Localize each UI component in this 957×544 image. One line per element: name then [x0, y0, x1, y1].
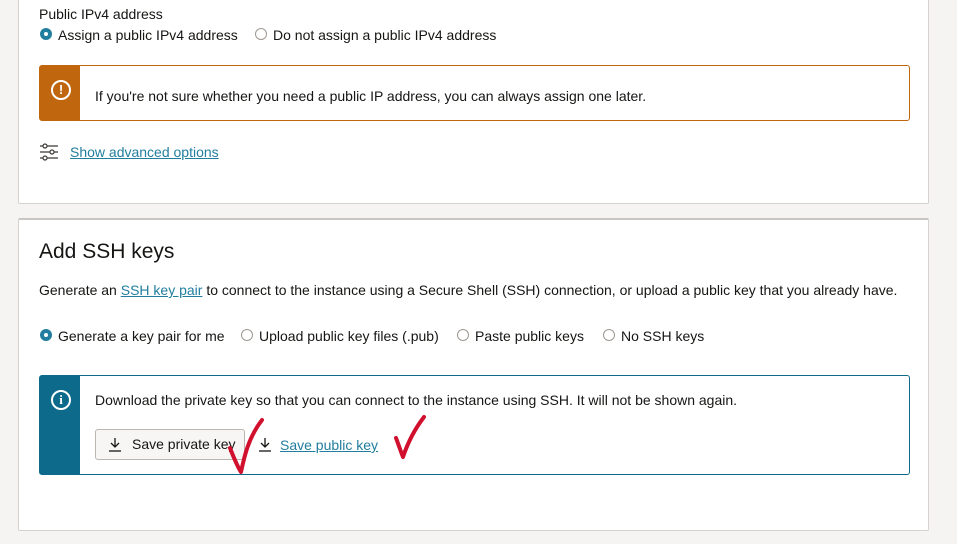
- checkmark-annotation: [228, 415, 426, 474]
